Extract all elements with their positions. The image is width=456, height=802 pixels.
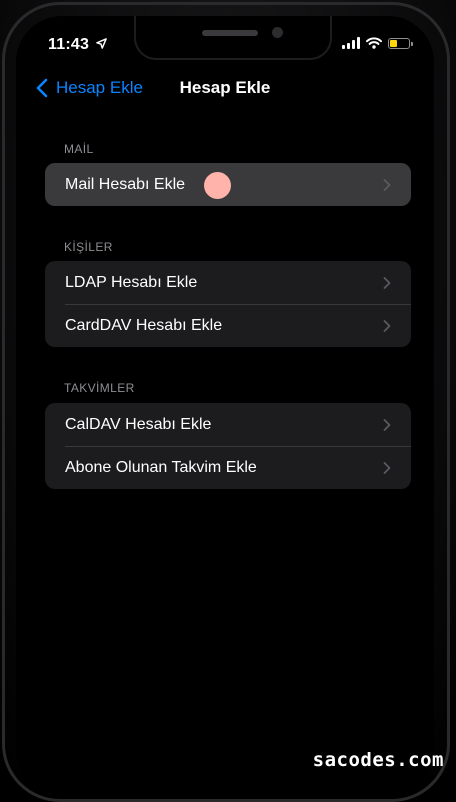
section-header-contacts: KİŞİLER [64, 240, 113, 254]
status-bar-time: 11:43 [48, 36, 107, 54]
notch [134, 16, 332, 60]
battery-level [390, 39, 398, 47]
group-contacts: LDAP Hesabı Ekle CardDAV Hesabı Ekle [45, 261, 411, 347]
chevron-right-icon [383, 461, 391, 474]
section-header-calendars: TAKVİMLER [64, 381, 135, 395]
battery-icon [388, 37, 413, 49]
cellular-signal-icon [342, 37, 360, 49]
chevron-right-icon [383, 276, 391, 289]
row-label: Mail Hesabı Ekle [65, 175, 186, 193]
row-add-caldav-account[interactable]: CalDAV Hesabı Ekle [45, 403, 411, 446]
phone-screen: 11:43 Hesap Ekle Hesap Ekle MAİL Mail He… [16, 16, 434, 796]
row-label: CardDAV Hesabı Ekle [65, 316, 223, 334]
row-add-subscribed-calendar[interactable]: Abone Olunan Takvim Ekle [45, 446, 411, 489]
row-add-ldap-account[interactable]: LDAP Hesabı Ekle [45, 261, 411, 304]
row-add-carddav-account[interactable]: CardDAV Hesabı Ekle [45, 304, 411, 347]
chevron-right-icon [383, 178, 391, 191]
wifi-icon [366, 37, 382, 49]
row-label: Abone Olunan Takvim Ekle [65, 458, 257, 476]
page-title: Hesap Ekle [179, 78, 271, 97]
status-bar-indicators [342, 37, 413, 49]
section-header-mail: MAİL [64, 142, 94, 156]
location-arrow-icon [95, 38, 107, 49]
chevron-right-icon [383, 418, 391, 431]
front-camera [272, 27, 283, 38]
group-calendars: CalDAV Hesabı Ekle Abone Olunan Takvim E… [45, 403, 411, 489]
row-label: LDAP Hesabı Ekle [65, 273, 198, 291]
watermark: sacodes.com [312, 749, 444, 771]
row-add-mail-account[interactable]: Mail Hesabı Ekle [45, 163, 411, 206]
speaker-grille [202, 30, 258, 36]
chevron-right-icon [383, 319, 391, 332]
tap-indicator [204, 172, 231, 199]
group-mail: Mail Hesabı Ekle [45, 163, 411, 206]
row-label: CalDAV Hesabı Ekle [65, 415, 212, 433]
